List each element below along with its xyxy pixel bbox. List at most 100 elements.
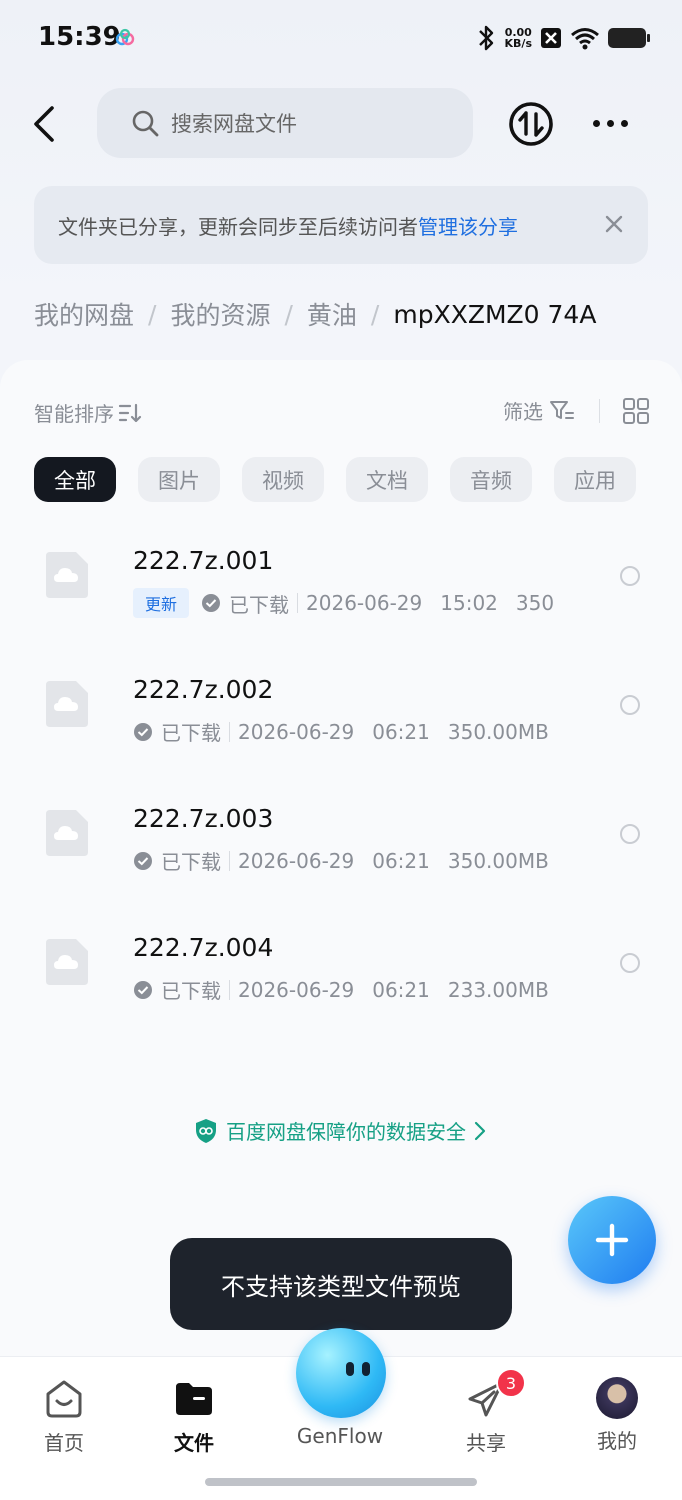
file-row[interactable]: 222.7z.002 已下载 2026-06-29 06:21 350.00MB: [0, 639, 682, 768]
notification-badge: 3: [496, 1368, 526, 1398]
filter-button[interactable]: 筛选: [503, 396, 543, 425]
meta-divider: [229, 979, 230, 1000]
plus-icon: [595, 1223, 629, 1257]
downloaded-check-icon: [134, 851, 152, 870]
file-icon: [46, 681, 88, 727]
breadcrumb-item-folder[interactable]: 黄油: [307, 296, 357, 332]
shield-icon: [196, 1118, 216, 1143]
file-name: 222.7z.002: [133, 675, 274, 704]
chevron-right-icon: [474, 1121, 486, 1140]
select-checkbox[interactable]: [620, 566, 640, 586]
breadcrumb-current: mpXXZMZ0 74A: [393, 299, 597, 329]
tab-genflow-label: GenFlow: [296, 1424, 384, 1448]
file-icon: [46, 552, 88, 598]
category-tab-apps[interactable]: 应用: [554, 457, 636, 502]
home-icon: [46, 1380, 82, 1418]
file-row[interactable]: 222.7z.001 更新 已下载 2026-06-29 15:02 350: [0, 510, 682, 639]
toast-text: 不支持该类型文件预览: [221, 1272, 461, 1301]
file-time: 15:02: [440, 591, 498, 615]
downloaded-check-icon: [134, 722, 152, 741]
category-tab-videos[interactable]: 视频: [242, 457, 324, 502]
search-icon: [132, 110, 159, 137]
category-tab-documents[interactable]: 文档: [346, 457, 428, 502]
search-input[interactable]: 搜索网盘文件: [97, 88, 473, 158]
security-notice-link[interactable]: 百度网盘保障你的数据安全: [0, 1116, 682, 1145]
header: 搜索网盘文件: [0, 88, 682, 160]
toast-message: 不支持该类型文件预览: [170, 1238, 512, 1330]
manage-share-link[interactable]: 管理该分享: [418, 211, 518, 240]
file-row[interactable]: 222.7z.004 已下载 2026-06-29 06:21 233.00MB: [0, 897, 682, 1026]
bluetooth-icon: [478, 25, 493, 51]
file-date: 2026-06-29: [238, 719, 355, 744]
category-tab-audio[interactable]: 音频: [450, 457, 532, 502]
search-placeholder: 搜索网盘文件: [171, 112, 297, 136]
breadcrumb-separator: /: [148, 299, 157, 329]
file-meta: 已下载 2026-06-29 06:21 233.00MB: [133, 975, 549, 1004]
select-checkbox[interactable]: [620, 953, 640, 973]
file-date: 2026-06-29: [238, 848, 355, 873]
category-tab-images[interactable]: 图片: [138, 457, 220, 502]
tab-mine-label: 我的: [597, 1429, 637, 1453]
file-name: 222.7z.001: [133, 546, 274, 575]
tab-mine[interactable]: 我的: [567, 1377, 667, 1454]
sort-button[interactable]: 智能排序: [34, 398, 142, 427]
transfer-list-button[interactable]: [508, 101, 554, 147]
breadcrumb-item-my-resources[interactable]: 我的资源: [170, 296, 270, 332]
file-time: 06:21: [372, 719, 430, 744]
file-meta: 已下载 2026-06-29 06:21 350.00MB: [133, 846, 549, 875]
breadcrumb-item-my-drive[interactable]: 我的网盘: [34, 296, 134, 332]
close-icon[interactable]: [602, 212, 626, 236]
meta-divider: [297, 593, 299, 613]
category-tabs: 全部 图片 视频 文档 音频 应用: [34, 457, 636, 502]
tab-files[interactable]: 文件: [144, 1377, 244, 1456]
share-banner-text: 文件夹已分享，更新会同步至后续访问者: [58, 214, 418, 239]
category-tab-all[interactable]: 全部: [34, 457, 116, 502]
chevron-left-icon: [34, 106, 54, 142]
status-bar: 15:39 0.00 KB/s: [0, 0, 682, 76]
breadcrumb-separator: /: [284, 299, 293, 329]
download-status: 已下载: [161, 979, 221, 1003]
file-date: 2026-06-29: [238, 977, 355, 1002]
genflow-eye-icon: [362, 1362, 370, 1376]
toolbar-divider: [599, 398, 600, 423]
add-button[interactable]: [568, 1196, 656, 1284]
file-icon: [46, 810, 88, 856]
status-icons: 0.00 KB/s: [475, 24, 650, 52]
file-size: 233.00MB: [447, 977, 549, 1002]
file-meta: 更新 已下载 2026-06-29 15:02 350: [133, 588, 554, 618]
more-dot-icon: [592, 119, 600, 127]
file-date: 2026-06-29: [306, 591, 423, 615]
meta-divider: [229, 721, 230, 742]
more-dot-icon: [606, 119, 614, 127]
status-time: 15:39: [38, 22, 121, 52]
wifi-icon: [571, 28, 599, 50]
security-notice-text: 百度网盘保障你的数据安全: [226, 1120, 466, 1144]
grid-view-icon[interactable]: [622, 397, 650, 425]
sort-icon: [118, 403, 142, 422]
file-row[interactable]: 222.7z.003 已下载 2026-06-29 06:21 350.00MB: [0, 768, 682, 897]
back-button[interactable]: [24, 102, 64, 146]
filter-controls: 筛选: [503, 396, 650, 425]
genflow-button[interactable]: [296, 1328, 386, 1418]
file-time: 06:21: [372, 977, 430, 1002]
more-options-button[interactable]: [588, 108, 632, 138]
file-size: 350: [515, 591, 555, 615]
downloaded-check-icon: [202, 594, 221, 612]
file-size: 350.00MB: [447, 848, 549, 873]
download-status: 已下载: [161, 721, 221, 745]
folder-icon: [176, 1383, 212, 1415]
tab-home[interactable]: 首页: [14, 1377, 114, 1456]
network-speed: 0.00 KB/s: [504, 26, 532, 50]
file-icon: [46, 939, 88, 985]
file-meta: 已下载 2026-06-29 06:21 350.00MB: [133, 717, 549, 746]
download-status: 已下载: [229, 592, 290, 617]
breadcrumb-separator: /: [370, 299, 380, 329]
file-list: 222.7z.001 更新 已下载 2026-06-29 15:02 350 2…: [0, 510, 682, 1026]
sim-off-icon: [541, 28, 561, 48]
filter-icon[interactable]: [549, 399, 575, 423]
select-checkbox[interactable]: [620, 695, 640, 715]
sort-label: 智能排序: [34, 402, 114, 426]
avatar: [596, 1377, 638, 1419]
select-checkbox[interactable]: [620, 824, 640, 844]
update-badge: 更新: [133, 588, 190, 618]
